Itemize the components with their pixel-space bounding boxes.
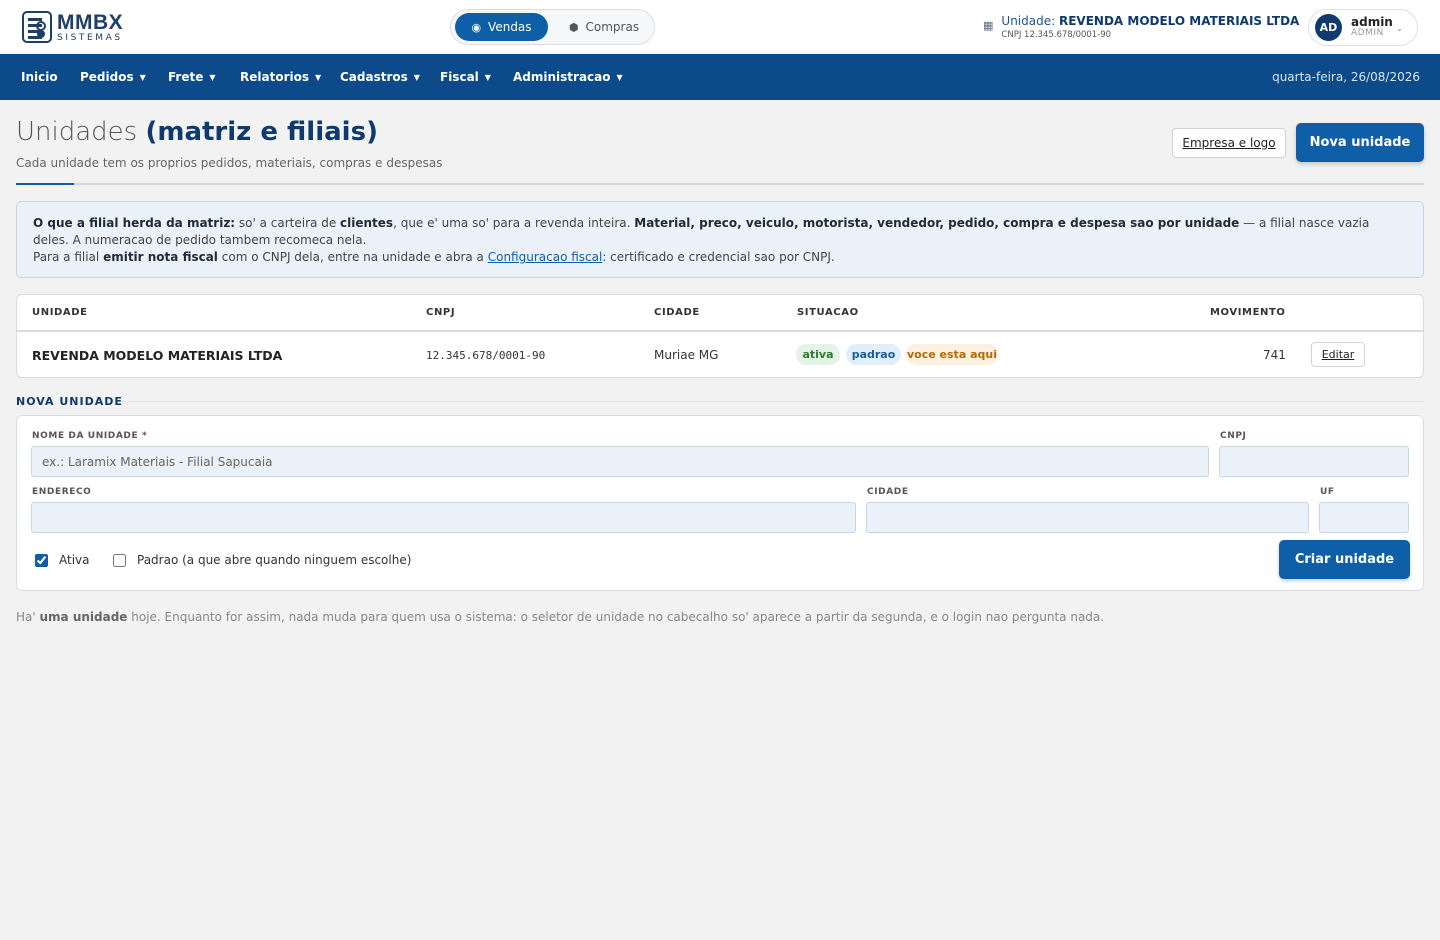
caret-down-icon: ▼ — [616, 72, 623, 82]
padrao-text: Padrao (a que abre quando ninguem escolh… — [137, 553, 412, 567]
caret-down-icon: ▼ — [139, 72, 146, 82]
info-text: O que a filial herda da matriz: — [33, 216, 236, 230]
current-unit-info: ▦ Unidade: REVENDA MODELO MATERIAIS LTDA… — [983, 14, 1299, 42]
uf-label: UF — [1320, 487, 1335, 497]
caret-down-icon: ▼ — [484, 72, 491, 82]
info-text: so' a carteira de — [235, 216, 341, 230]
main-nav: Inicio Pedidos ▼ Frete ▼ Relatorios ▼ Cadas… — [0, 54, 1440, 100]
caret-down-icon: ▼ — [315, 72, 322, 82]
cnpj-input[interactable] — [1219, 446, 1409, 477]
footer-text: hoje. Enquanto for assim, nada muda para… — [127, 610, 1105, 624]
footer-text: Ha' — [16, 610, 40, 624]
nav-item-fiscal[interactable]: Fiscal ▼ — [440, 54, 491, 100]
nav-date: quarta-feira, 26/08/2026 — [1272, 70, 1420, 84]
padrao-checkbox-label[interactable]: Padrao (a que abre quando ninguem escolh… — [113, 553, 411, 567]
cidade-input[interactable] — [866, 502, 1309, 533]
caret-down-icon: ▼ — [413, 72, 420, 82]
ativa-checkbox-label[interactable]: Ativa — [35, 553, 90, 567]
nav-item-administracao[interactable]: Administracao ▼ — [513, 54, 623, 100]
switch-compras-label: Compras — [585, 20, 640, 34]
nav-item-relatorios[interactable]: Relatorios ▼ — [240, 54, 321, 100]
info-text: com o CNPJ dela, entre na unidade e abra… — [217, 250, 488, 264]
cell-cnpj: 12.345.678/0001-90 — [426, 349, 546, 362]
logo[interactable]: MMBX SISTEMAS — [22, 10, 123, 44]
nome-label: NOME DA UNIDADE * — [32, 431, 148, 441]
fiscal-config-link[interactable]: Configuracao fiscal — [488, 250, 603, 264]
status-badge-ativa: ativa — [796, 344, 840, 365]
info-text: , que e' uma so' para a revenda inteira. — [393, 216, 635, 230]
page-title-light: Unidades — [16, 117, 138, 147]
current-unit-name: REVENDA MODELO MATERIAIS LTDA — [1058, 14, 1300, 28]
status-badge-current: voce esta aqui — [906, 344, 998, 365]
column-header-cnpj: CNPJ — [426, 307, 456, 318]
current-unit-cnpj: CNPJ 12.345.678/0001-90 — [1001, 30, 1112, 40]
page-subtitle: Cada unidade tem os proprios pedidos, ma… — [16, 156, 443, 170]
units-table: UNIDADE CNPJ CIDADE SITUACAO MOVIMENTO R… — [16, 294, 1424, 378]
nome-input[interactable] — [31, 446, 1209, 477]
edit-unit-button[interactable]: Editar — [1311, 342, 1365, 367]
ativa-text: Ativa — [59, 553, 90, 567]
info-text: Para a filial — [33, 250, 104, 264]
caret-down-icon: ▼ — [209, 72, 216, 82]
switch-compras-button[interactable]: ⬢ Compras — [558, 13, 650, 41]
module-switcher: ◉ Vendas ⬢ Compras — [450, 9, 655, 45]
cell-cidade: Muriae MG — [654, 348, 719, 362]
info-box: O que a filial herda da matriz: so' a ca… — [16, 201, 1424, 278]
logo-icon — [22, 11, 52, 43]
new-unit-form: NOME DA UNIDADE * CNPJ ENDERECO CIDADE U… — [16, 415, 1424, 591]
user-menu[interactable]: AD admin ADMIN ⌄ — [1308, 9, 1418, 46]
nav-item-frete[interactable]: Frete ▼ — [168, 54, 216, 100]
user-role: ADMIN — [1351, 28, 1384, 39]
company-logo-button[interactable]: Empresa e logo — [1172, 128, 1286, 158]
nav-item-inicio[interactable]: Inicio — [21, 54, 58, 100]
current-unit-label: Unidade: — [1001, 14, 1056, 28]
section-divider — [122, 401, 1424, 402]
logo-title: MMBX — [57, 10, 124, 34]
info-text: emitir nota fiscal — [103, 250, 218, 264]
section-title-nova-unidade: NOVA UNIDADE — [16, 395, 123, 408]
box-icon: ⬢ — [568, 20, 579, 34]
chevron-down-icon: ⌄ — [1396, 24, 1403, 33]
page-title: Unidades (matriz e filiais) — [16, 117, 378, 147]
top-bar: MMBX SISTEMAS ◉ Vendas ⬢ Compras ▦ Unida… — [0, 0, 1440, 54]
info-text: Material, preco, veiculo, motorista, ven… — [634, 216, 1240, 230]
column-header-situacao: SITUACAO — [797, 307, 859, 318]
header-divider — [16, 183, 1424, 185]
cell-unidade: REVENDA MODELO MATERIAIS LTDA — [32, 348, 283, 363]
padrao-checkbox[interactable] — [113, 553, 126, 567]
header-divider-accent — [16, 183, 74, 185]
cidade-label: CIDADE — [867, 487, 909, 497]
switch-vendas-button[interactable]: ◉ Vendas — [455, 13, 548, 41]
nav-item-pedidos[interactable]: Pedidos ▼ — [80, 54, 146, 100]
money-bag-icon: ◉ — [471, 20, 482, 34]
endereco-label: ENDERECO — [32, 487, 92, 497]
current-unit-line: Unidade: REVENDA MODELO MATERIAIS LTDA — [1001, 14, 1299, 28]
info-text: clientes — [340, 216, 394, 230]
ativa-checkbox[interactable] — [35, 553, 48, 567]
footer-text: uma unidade — [39, 610, 128, 624]
footer-note: Ha' uma unidade hoje. Enquanto for assim… — [16, 610, 1104, 624]
column-header-cidade: CIDADE — [654, 307, 700, 318]
logo-subtitle: SISTEMAS — [57, 32, 123, 43]
column-header-movimento: MOVIMENTO — [1210, 307, 1286, 318]
building-icon: ▦ — [983, 19, 994, 32]
nav-item-cadastros[interactable]: Cadastros ▼ — [340, 54, 420, 100]
uf-input[interactable] — [1319, 502, 1409, 533]
info-text: : certificado e credencial sao por CNPJ. — [602, 250, 835, 264]
switch-vendas-label: Vendas — [488, 20, 532, 34]
cell-movimento: 741 — [1263, 348, 1286, 362]
page-title-bold: (matriz e filiais) — [145, 117, 378, 147]
column-header-unidade: UNIDADE — [32, 307, 88, 318]
cnpj-label: CNPJ — [1220, 431, 1247, 441]
new-unit-button[interactable]: Nova unidade — [1296, 123, 1424, 162]
table-header-divider — [17, 330, 1423, 332]
avatar: AD — [1315, 14, 1342, 41]
create-unit-button[interactable]: Criar unidade — [1279, 540, 1410, 579]
endereco-input[interactable] — [31, 502, 856, 533]
status-badge-padrao: padrao — [846, 344, 901, 365]
